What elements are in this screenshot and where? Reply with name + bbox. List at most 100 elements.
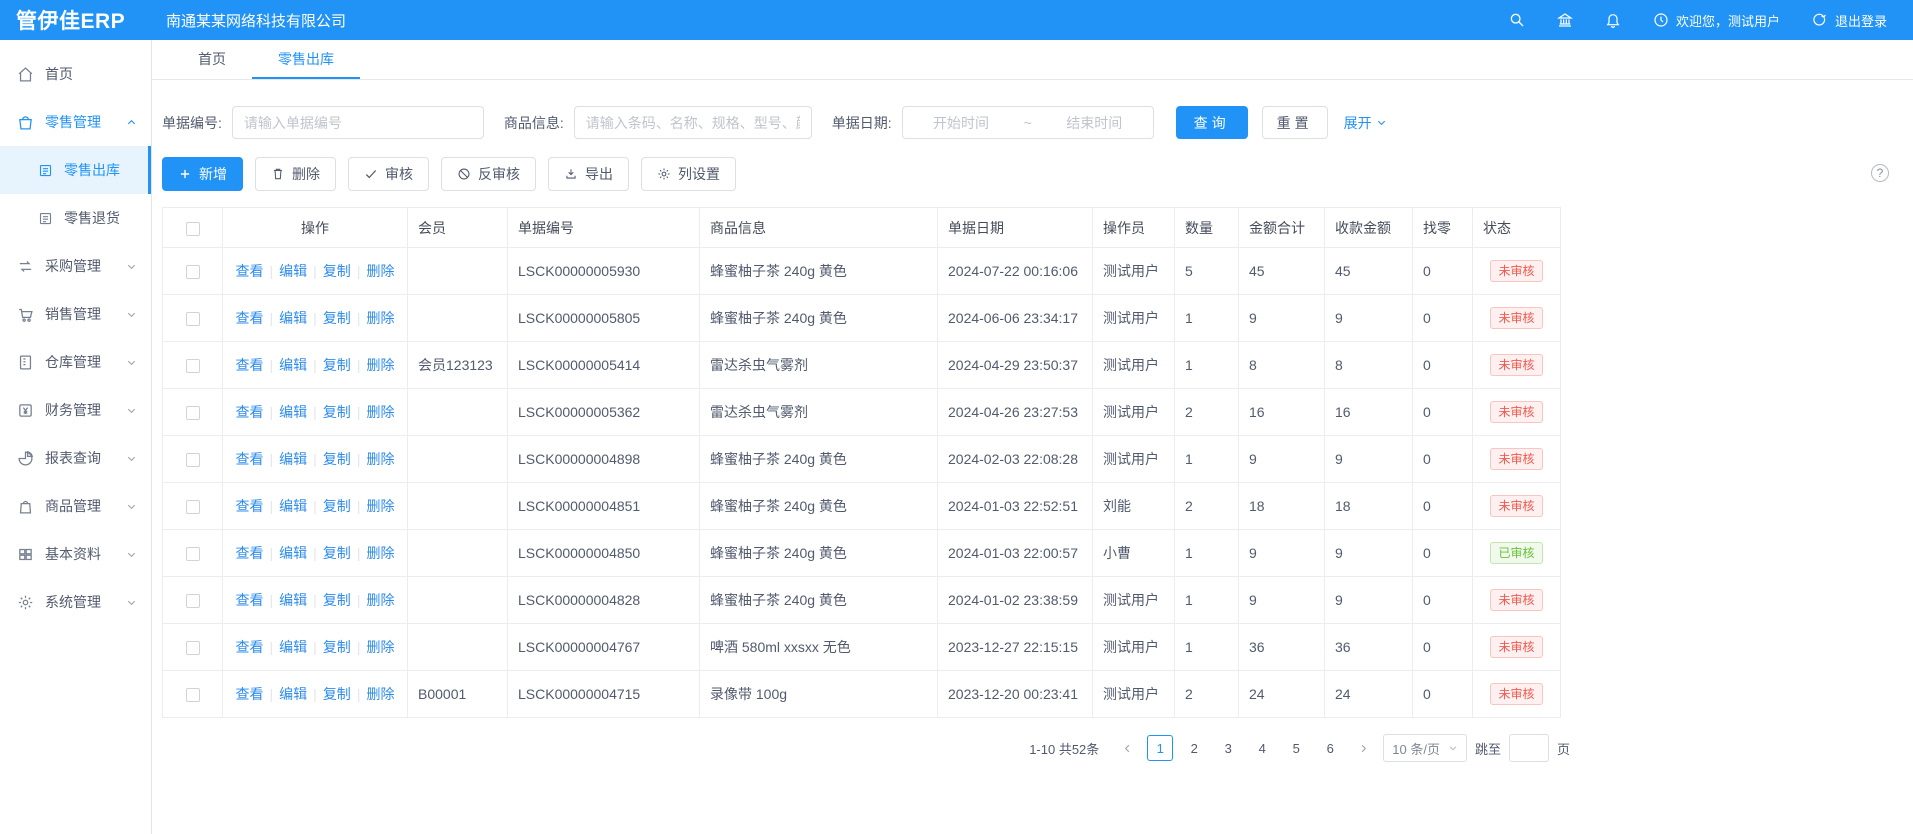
sidebar-item-retail-return[interactable]: 零售退货 — [0, 194, 151, 242]
edit-link[interactable]: 编辑 — [279, 404, 307, 420]
delete-link[interactable]: 删除 — [366, 263, 394, 279]
chevron-down-icon — [126, 357, 137, 368]
edit-link[interactable]: 编辑 — [279, 498, 307, 514]
select-all-checkbox[interactable] — [186, 222, 200, 236]
row-checkbox[interactable] — [186, 453, 200, 467]
page-1[interactable]: 1 — [1147, 735, 1173, 761]
view-link[interactable]: 查看 — [236, 592, 264, 608]
row-checkbox[interactable] — [186, 406, 200, 420]
page-size-select[interactable]: 10 条/页 — [1383, 734, 1467, 762]
copy-link[interactable]: 复制 — [323, 686, 351, 702]
edit-link[interactable]: 编辑 — [279, 545, 307, 561]
copy-link[interactable]: 复制 — [323, 357, 351, 373]
page-6[interactable]: 6 — [1317, 735, 1343, 761]
sidebar-item-system-management[interactable]: 系统管理 — [0, 578, 151, 626]
delete-link[interactable]: 删除 — [366, 357, 394, 373]
page-4[interactable]: 4 — [1249, 735, 1275, 761]
edit-link[interactable]: 编辑 — [279, 639, 307, 655]
delete-link[interactable]: 删除 — [366, 639, 394, 655]
copy-link[interactable]: 复制 — [323, 498, 351, 514]
delete-link[interactable]: 删除 — [366, 404, 394, 420]
delete-link[interactable]: 删除 — [366, 686, 394, 702]
row-checkbox[interactable] — [186, 641, 200, 655]
copy-link[interactable]: 复制 — [323, 592, 351, 608]
jump-page-input[interactable] — [1509, 734, 1549, 762]
view-link[interactable]: 查看 — [236, 639, 264, 655]
row-checkbox[interactable] — [186, 500, 200, 514]
view-link[interactable]: 查看 — [236, 263, 264, 279]
product-info-input[interactable] — [574, 106, 812, 139]
welcome-user[interactable]: 欢迎您，测试用户 — [1653, 11, 1780, 30]
order-no-input[interactable] — [232, 106, 484, 139]
qty-cell: 1 — [1175, 436, 1239, 483]
audit-button[interactable]: 审核 — [348, 157, 429, 191]
edit-link[interactable]: 编辑 — [279, 451, 307, 467]
edit-link[interactable]: 编辑 — [279, 263, 307, 279]
operator-cell: 测试用户 — [1093, 624, 1175, 671]
sidebar-item-home[interactable]: 首页 — [0, 50, 151, 98]
bank-icon[interactable] — [1557, 12, 1573, 28]
view-link[interactable]: 查看 — [236, 357, 264, 373]
sidebar-item-sales-management[interactable]: 销售管理 — [0, 290, 151, 338]
row-checkbox[interactable] — [186, 359, 200, 373]
view-link[interactable]: 查看 — [236, 310, 264, 326]
sidebar-item-label: 零售出库 — [64, 160, 120, 180]
row-checkbox[interactable] — [186, 312, 200, 326]
column-settings-button[interactable]: 列设置 — [641, 157, 736, 191]
view-link[interactable]: 查看 — [236, 451, 264, 467]
row-checkbox[interactable] — [186, 265, 200, 279]
date-range-picker[interactable]: ~ — [902, 106, 1154, 139]
edit-link[interactable]: 编辑 — [279, 310, 307, 326]
expand-link[interactable]: 展开 — [1344, 113, 1387, 133]
copy-link[interactable]: 复制 — [323, 310, 351, 326]
delete-link[interactable]: 删除 — [366, 451, 394, 467]
sidebar-item-purchase-management[interactable]: 采购管理 — [0, 242, 151, 290]
edit-link[interactable]: 编辑 — [279, 686, 307, 702]
next-page-icon[interactable] — [1351, 735, 1375, 761]
sidebar-item-basic-data[interactable]: 基本资料 — [0, 530, 151, 578]
unaudit-button[interactable]: 反审核 — [441, 157, 536, 191]
export-button[interactable]: 导出 — [548, 157, 629, 191]
row-checkbox[interactable] — [186, 547, 200, 561]
row-checkbox[interactable] — [186, 688, 200, 702]
sidebar-item-warehouse-management[interactable]: 仓库管理 — [0, 338, 151, 386]
page-2[interactable]: 2 — [1181, 735, 1207, 761]
view-link[interactable]: 查看 — [236, 686, 264, 702]
copy-link[interactable]: 复制 — [323, 545, 351, 561]
search-button[interactable]: 查询 — [1176, 106, 1248, 139]
view-link[interactable]: 查看 — [236, 545, 264, 561]
copy-link[interactable]: 复制 — [323, 451, 351, 467]
sidebar-item-retail-management[interactable]: 零售管理 — [0, 98, 151, 146]
bell-icon[interactable] — [1605, 12, 1621, 28]
edit-link[interactable]: 编辑 — [279, 592, 307, 608]
tab-home[interactable]: 首页 — [172, 40, 252, 79]
sidebar-item-report-query[interactable]: 报表查询 — [0, 434, 151, 482]
edit-link[interactable]: 编辑 — [279, 357, 307, 373]
sidebar-item-goods-management[interactable]: 商品管理 — [0, 482, 151, 530]
row-checkbox[interactable] — [186, 594, 200, 608]
date-start-input[interactable] — [909, 115, 1014, 131]
view-link[interactable]: 查看 — [236, 498, 264, 514]
copy-link[interactable]: 复制 — [323, 404, 351, 420]
page-3[interactable]: 3 — [1215, 735, 1241, 761]
add-button[interactable]: 新增 — [162, 157, 243, 191]
retail-basket-icon — [17, 114, 34, 131]
copy-link[interactable]: 复制 — [323, 639, 351, 655]
sidebar-item-finance-management[interactable]: 财务管理 — [0, 386, 151, 434]
reset-button[interactable]: 重置 — [1262, 106, 1328, 139]
prev-page-icon[interactable] — [1115, 735, 1139, 761]
view-link[interactable]: 查看 — [236, 404, 264, 420]
copy-link[interactable]: 复制 — [323, 263, 351, 279]
page-5[interactable]: 5 — [1283, 735, 1309, 761]
delete-link[interactable]: 删除 — [366, 310, 394, 326]
help-icon[interactable]: ? — [1871, 164, 1889, 182]
delete-link[interactable]: 删除 — [366, 545, 394, 561]
sidebar-item-retail-outbound[interactable]: 零售出库 — [0, 146, 151, 194]
date-end-input[interactable] — [1042, 115, 1147, 131]
logout-button[interactable]: 退出登录 — [1812, 11, 1887, 30]
delete-link[interactable]: 删除 — [366, 592, 394, 608]
tab-retail-outbound[interactable]: 零售出库 — [252, 40, 360, 79]
delete-button[interactable]: 删除 — [255, 157, 336, 191]
search-icon[interactable] — [1509, 12, 1525, 28]
delete-link[interactable]: 删除 — [366, 498, 394, 514]
